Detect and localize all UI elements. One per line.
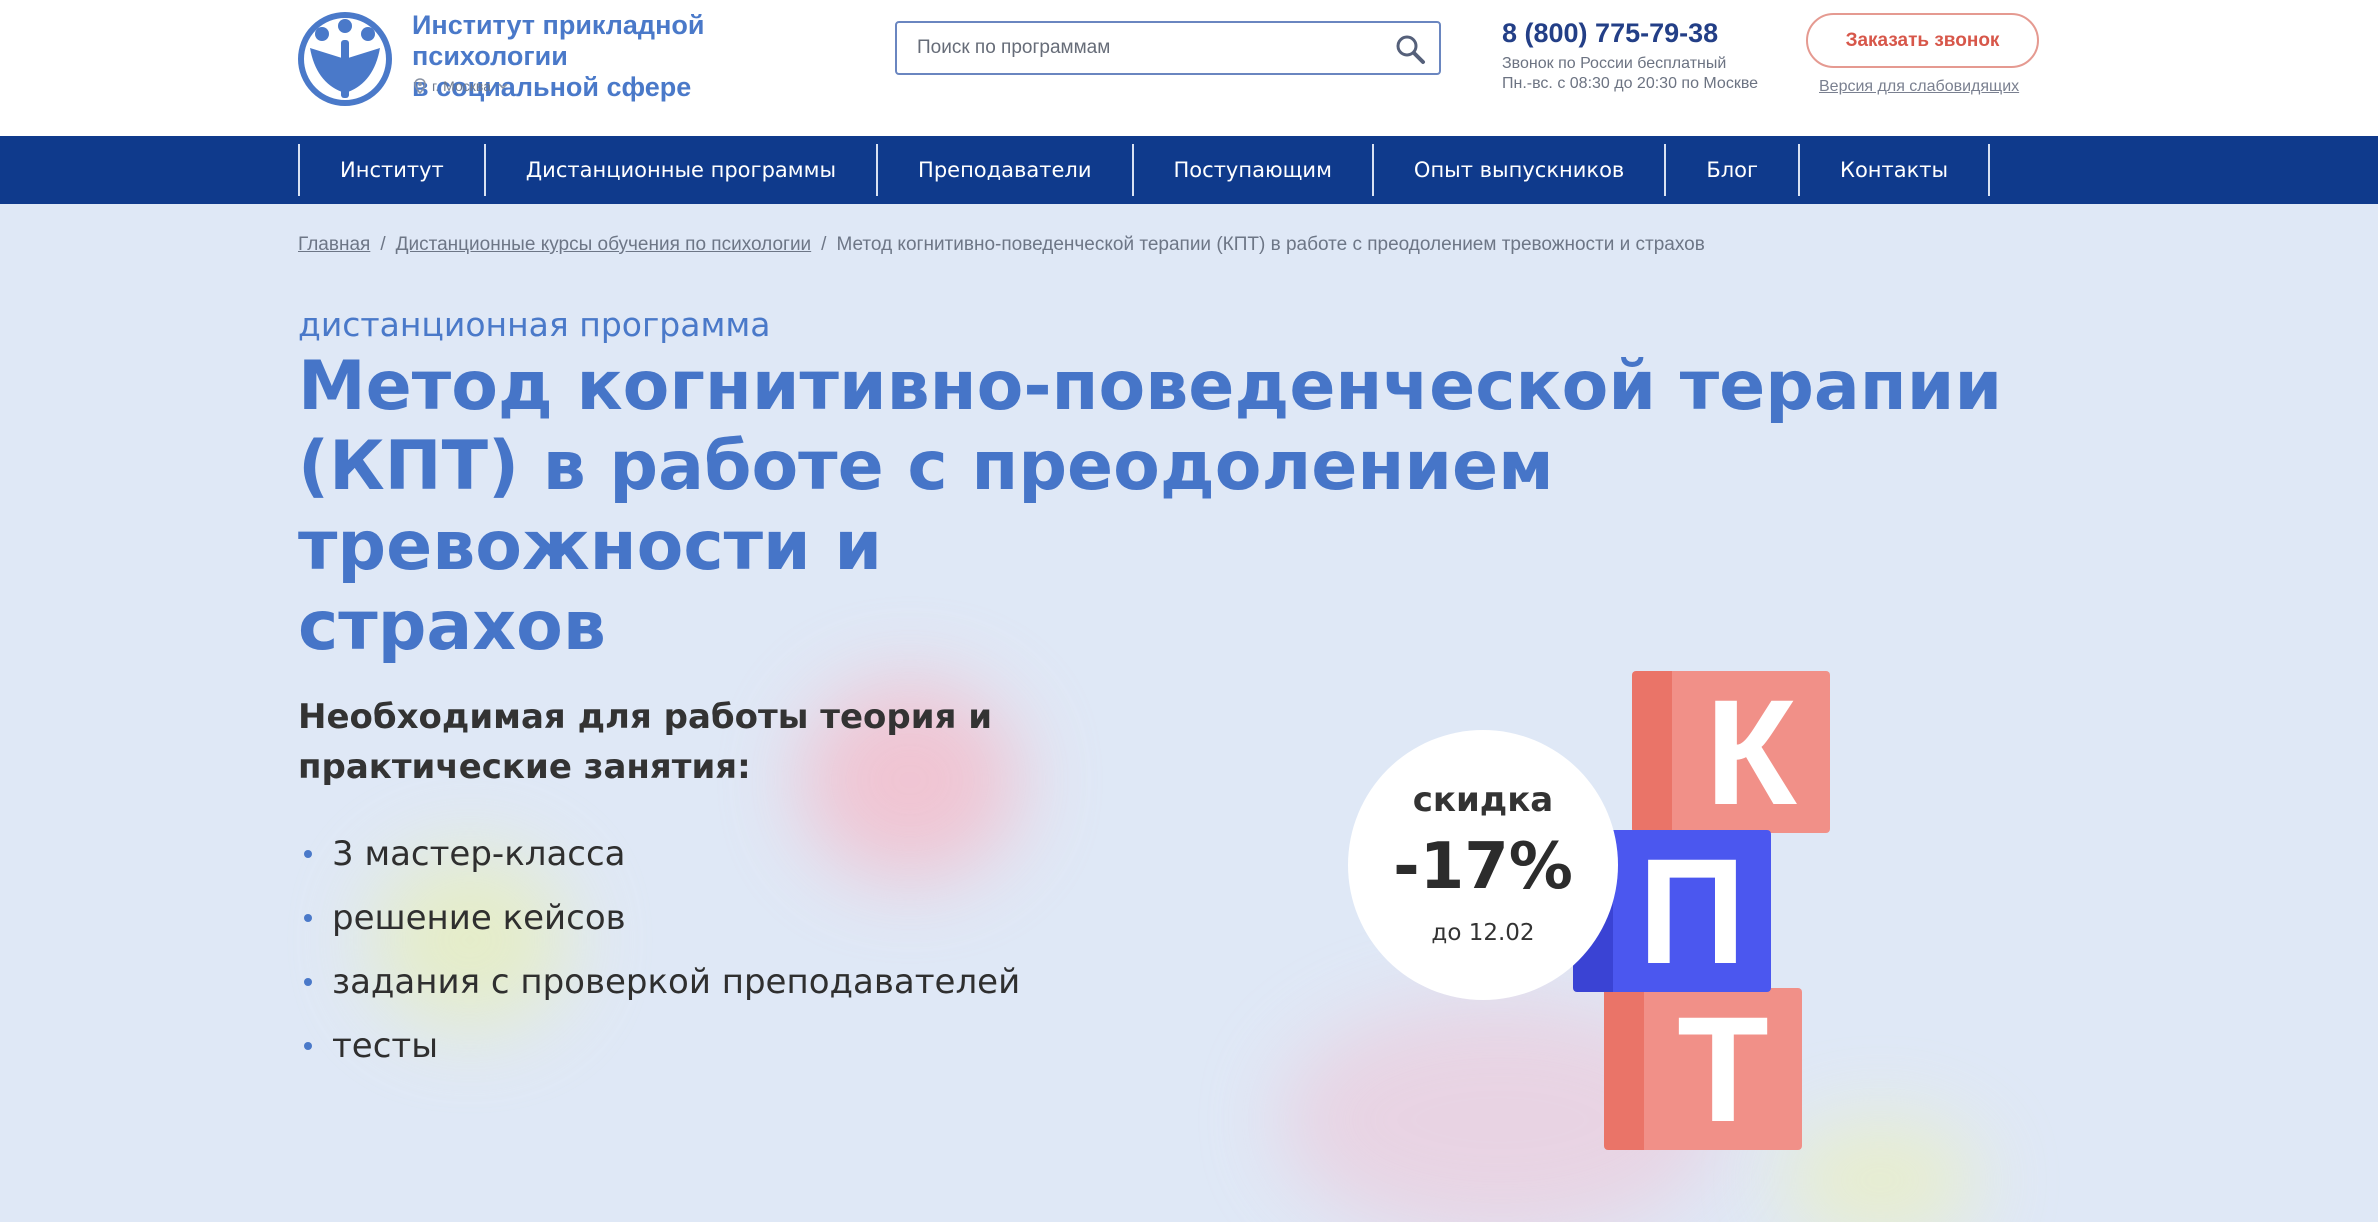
feature-label: тесты <box>332 1026 439 1066</box>
city-selector[interactable]: г. Москва <box>414 78 509 94</box>
bullet-icon <box>304 914 312 922</box>
institute-logo-icon[interactable] <box>298 12 392 106</box>
search-input[interactable] <box>917 33 1377 63</box>
feature-label: задания с проверкой преподавателей <box>332 962 1021 1002</box>
breadcrumb-separator: / <box>821 234 827 255</box>
page-title: Метод когнитивно-поведенческой терапии (… <box>298 347 2018 667</box>
bullet-icon <box>304 978 312 986</box>
features-list: 3 мастер-класса решение кейсов задания с… <box>298 822 1020 1078</box>
breadcrumb-current: Метод когнитивно-поведенческой терапии (… <box>836 234 1705 255</box>
breadcrumb-separator: / <box>380 234 386 255</box>
site-header: Институт прикладной психологии в социаль… <box>0 0 2378 136</box>
discount-badge: скидка -17% до 12.02 <box>1348 730 1618 1000</box>
feature-label: 3 мастер-класса <box>332 834 626 874</box>
cube-letter-t: Т <box>1604 984 1802 1153</box>
breadcrumb: Главная / Дистанционные курсы обучения п… <box>298 234 1705 256</box>
discount-label: скидка <box>1412 780 1554 820</box>
location-pin-icon <box>414 78 426 94</box>
phone-number[interactable]: 8 (800) 775-79-38 <box>1502 18 1718 49</box>
page-title-line2: (КПТ) в работе с преодолением тревожност… <box>298 427 1554 586</box>
list-item: тесты <box>298 1014 1020 1078</box>
phone-note: Звонок по России бесплатный Пн.-вс. с 08… <box>1502 54 1758 94</box>
nav-item-graduates[interactable]: Опыт выпускников <box>1371 144 1664 196</box>
discount-value: -17% <box>1393 830 1573 904</box>
page-title-line3: страхов <box>298 587 606 666</box>
cube-letter-k-text: К <box>1705 667 1797 836</box>
features-heading-line2: практические занятия: <box>298 747 751 787</box>
nav-item-blog[interactable]: Блог <box>1664 144 1798 196</box>
breadcrumb-distance-courses[interactable]: Дистанционные курсы обучения по психолог… <box>396 234 812 256</box>
bullet-icon <box>304 1042 312 1050</box>
city-label: г. Москва <box>432 78 491 94</box>
list-item: 3 мастер-класса <box>298 822 1020 886</box>
cube-letter-t-text: Т <box>1677 984 1769 1153</box>
nav-item-institute[interactable]: Институт <box>298 144 484 196</box>
search-box <box>895 21 1441 75</box>
nav-item-applicants[interactable]: Поступающим <box>1131 144 1372 196</box>
visually-impaired-link[interactable]: Версия для слабовидящих <box>1819 78 2019 96</box>
bullet-icon <box>304 850 312 858</box>
cube-letter-k: К <box>1632 667 1830 836</box>
feature-label: решение кейсов <box>332 898 626 938</box>
page-title-line1: Метод когнитивно-поведенческой терапии <box>298 347 2003 426</box>
phone-note-line2: Пн.-вс. с 08:30 до 20:30 по Москве <box>1502 75 1759 92</box>
institute-name-line1: Институт прикладной психологии <box>412 10 705 71</box>
nav-item-distance-programs[interactable]: Дистанционные программы <box>483 144 876 196</box>
search-icon[interactable] <box>1393 32 1427 66</box>
breadcrumb-home[interactable]: Главная <box>298 234 370 256</box>
phone-note-line1: Звонок по России бесплатный <box>1502 55 1727 72</box>
cube-letter-p-text: П <box>1638 826 1746 995</box>
nav-item-teachers[interactable]: Преподаватели <box>876 144 1131 196</box>
discount-until: до 12.02 <box>1431 920 1535 946</box>
list-item: задания с проверкой преподавателей <box>298 950 1020 1014</box>
features-heading-line1: Необходимая для работы теория и <box>298 697 993 737</box>
decorative-blob-lime <box>1780 1120 1980 1222</box>
nav-item-contacts[interactable]: Контакты <box>1798 144 1991 196</box>
main-nav: Институт Дистанционные программы Препода… <box>0 136 2378 204</box>
order-call-button[interactable]: Заказать звонок <box>1806 13 2039 68</box>
list-item: решение кейсов <box>298 886 1020 950</box>
chevron-down-icon <box>498 83 508 90</box>
program-type: дистанционная программа <box>298 305 771 344</box>
features-heading: Необходимая для работы теория и практиче… <box>298 692 1018 792</box>
